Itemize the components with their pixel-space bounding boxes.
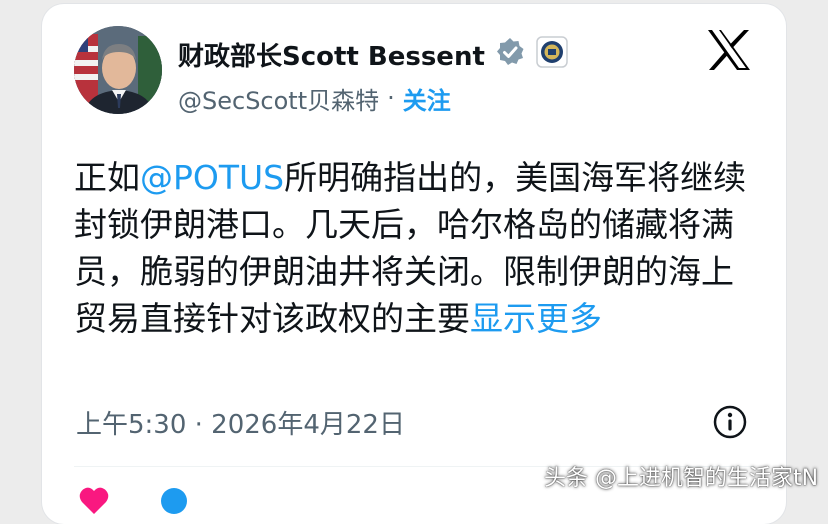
mention-link[interactable]: @POTUS (140, 158, 284, 197)
show-more-link[interactable]: 显示更多 (470, 299, 602, 338)
tweet-text: 正如@POTUS所明确指出的，美国海军将继续封锁伊朗港口。几天后，哈尔格岛的储藏… (74, 154, 764, 342)
tweet-card: 财政部长Scott Bessent @SecScott贝森特 · 关注 正如@P… (42, 4, 786, 524)
info-icon[interactable] (712, 404, 748, 440)
author-handle[interactable]: @SecScott贝森特 (178, 81, 379, 116)
like-heart-icon[interactable] (78, 486, 110, 520)
author-name-row: 财政部长Scott Bessent (178, 34, 569, 74)
follow-button[interactable]: 关注 (403, 81, 451, 116)
handle-separator: · (387, 84, 395, 112)
tweet-text-lead: 正如 (74, 158, 140, 197)
avatar[interactable] (74, 26, 162, 114)
x-logo-icon[interactable] (706, 28, 752, 72)
reply-bubble-icon[interactable] (158, 486, 190, 520)
treasury-seal-icon[interactable] (535, 35, 569, 73)
timestamp[interactable]: 上午5:30 · 2026年4月22日 (76, 404, 405, 441)
action-bar (78, 486, 758, 520)
avatar-portrait (74, 26, 162, 114)
watermark-text: 头条 @上进机智的生活家tN (544, 466, 819, 491)
author-handle-row: @SecScott贝森特 · 关注 (178, 80, 451, 116)
author-display-name[interactable]: 财政部长Scott Bessent (178, 36, 485, 73)
verified-badge-icon (495, 37, 525, 71)
